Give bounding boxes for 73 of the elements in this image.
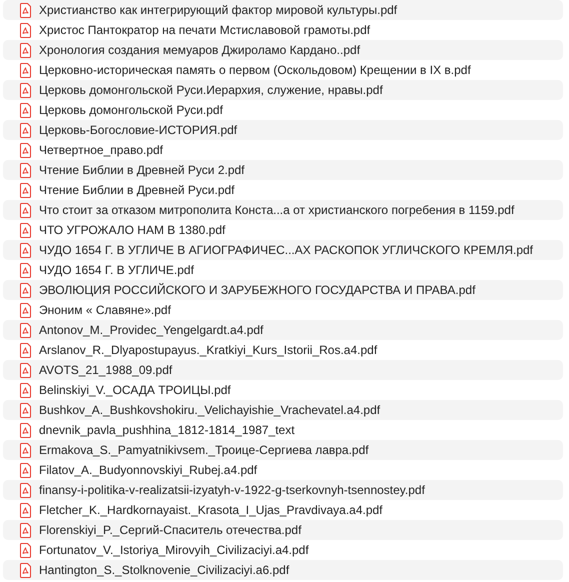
file-row[interactable]: Что стоит за отказом митрополита Конста...а от христианского погребения в 1159.pdf — [3, 200, 563, 220]
file-name: Христос Пантократор на печати Мстиславовой грамоты.pdf — [39, 23, 370, 37]
file-name: Ermakova_S._Pamyatnikivsem._Троице-Сергиева лавра.pdf — [39, 443, 369, 457]
pdf-file-icon — [20, 342, 31, 358]
pdf-file-icon — [20, 202, 31, 218]
file-name: Antonov_M._Providec_Yengelgardt.a4.pdf — [39, 323, 264, 337]
file-name: Эноним « Славяне».pdf — [39, 303, 171, 317]
file-row[interactable]: Ermakova_S._Pamyatnikivsem._Троице-Сергиева лавра.pdf — [3, 440, 563, 460]
file-name: Чтение Библии в Древней Руси.pdf — [39, 183, 235, 197]
pdf-file-icon — [20, 322, 31, 338]
pdf-file-icon — [20, 502, 31, 518]
file-name: Filatov_A._Budyonnovskiyi_Rubej.a4.pdf — [39, 463, 258, 477]
file-row[interactable]: Чтение Библии в Древней Руси 2.pdf — [3, 160, 563, 180]
file-name: ЧУДО 1654 Г. В УГЛИЧЕ.pdf — [39, 263, 194, 277]
file-name: Arslanov_R._Dlyapostupayus._Kratkiyi_Kurs_Istorii_Ros.a4.pdf — [39, 343, 378, 357]
pdf-file-icon — [20, 542, 31, 558]
pdf-file-icon — [20, 182, 31, 198]
pdf-file-icon — [20, 162, 31, 178]
file-name: Чтение Библии в Древней Руси 2.pdf — [39, 163, 245, 177]
file-name: ЧТО УГРОЖАЛО НАМ В 1380.pdf — [39, 223, 226, 237]
file-name: Церковь домонгольской Руси.Иерархия, служение, нравы.pdf — [39, 83, 383, 97]
file-row[interactable]: Хронология создания мемуаров Джироламо Кардано..pdf — [3, 40, 563, 60]
pdf-file-icon — [20, 82, 31, 98]
file-name: Что стоит за отказом митрополита Конста...а от христианского погребения в 1159.pdf — [39, 203, 514, 217]
pdf-file-icon — [20, 442, 31, 458]
pdf-file-icon — [20, 122, 31, 138]
file-row[interactable]: Antonov_M._Providec_Yengelgardt.a4.pdf — [3, 320, 563, 340]
file-name: Hantington_S._Stolknovenie_Civilizaciyi.a6.pdf — [39, 563, 290, 577]
file-name: Bushkov_A._Bushkovshokiru._Velichayishie_Vrachevatel.a4.pdf — [39, 403, 380, 417]
file-name: Fortunatov_V._Istoriya_Mirovyih_Civilizaciyi.a4.pdf — [39, 543, 309, 557]
pdf-file-icon — [20, 362, 31, 378]
pdf-file-icon — [20, 482, 31, 498]
pdf-file-icon — [20, 422, 31, 438]
pdf-file-icon — [20, 302, 31, 318]
pdf-file-icon — [20, 402, 31, 418]
pdf-file-icon — [20, 262, 31, 278]
file-name: finansy-i-politika-v-realizatsii-izyatyh-v-1922-g-tserkovnyh-tsennostey.pdf — [39, 483, 425, 497]
file-name: Хронология создания мемуаров Джироламо Кардано..pdf — [39, 43, 360, 57]
pdf-file-icon — [20, 102, 31, 118]
file-name: AVOTS_21_1988_09.pdf — [39, 363, 172, 377]
file-name: Церковь-Богословие-ИСТОРИЯ.pdf — [39, 123, 238, 137]
pdf-file-icon — [20, 462, 31, 478]
file-name: Четвертное_право.pdf — [39, 143, 164, 157]
pdf-file-icon — [20, 562, 31, 578]
file-name: Fletcher_K._Hardkornayaist._Krasota_I_Ujas_Pravdivaya.a4.pdf — [39, 503, 383, 517]
file-name: Florenskiyi_P._Сергий-Спаситель отечества.pdf — [39, 523, 302, 537]
pdf-file-icon — [20, 222, 31, 238]
pdf-file-icon — [20, 62, 31, 78]
pdf-file-icon — [20, 282, 31, 298]
file-row[interactable]: Христианство как интегрирующий фактор мировой культуры.pdf — [3, 0, 563, 20]
pdf-file-icon — [20, 142, 31, 158]
file-name: ЧУДО 1654 Г. В УГЛИЧЕ В АГИОГРАФИЧЕС...АХ РАСКОПОК УГЛИЧСКОГО КРЕМЛЯ.pdf — [39, 243, 534, 257]
file-name: Церковь домонгольской Руси.pdf — [39, 103, 223, 117]
file-row[interactable]: Церковь-Богословие-ИСТОРИЯ.pdf — [3, 120, 563, 140]
file-row[interactable]: Bushkov_A._Bushkovshokiru._Velichayishie_Vrachevatel.a4.pdf — [3, 400, 563, 420]
file-name: Христианство как интегрирующий фактор мировой культуры.pdf — [39, 3, 398, 17]
file-name: Belinskiyi_V._ОСАДА ТРОИЦЫ.pdf — [39, 383, 231, 397]
pdf-file-icon — [20, 42, 31, 58]
pdf-file-icon — [20, 242, 31, 258]
pdf-file-icon — [20, 22, 31, 38]
file-row[interactable]: AVOTS_21_1988_09.pdf — [3, 360, 563, 380]
pdf-file-icon — [20, 382, 31, 398]
file-name: dnevnik_pavla_pushhina_1812-1814_1987_text — [39, 423, 295, 437]
pdf-file-icon — [20, 522, 31, 538]
file-row[interactable]: ЧУДО 1654 Г. В УГЛИЧЕ В АГИОГРАФИЧЕС...АХ РАСКОПОК УГЛИЧСКОГО КРЕМЛЯ.pdf — [3, 240, 563, 260]
file-row[interactable]: finansy-i-politika-v-realizatsii-izyatyh-v-1922-g-tserkovnyh-tsennostey.pdf — [3, 480, 563, 500]
file-row[interactable]: ЭВОЛЮЦИЯ РОССИЙСКОГО И ЗАРУБЕЖНОГО ГОСУДАРСТВА И ПРАВА.pdf — [3, 280, 563, 300]
pdf-file-icon — [20, 2, 31, 18]
file-row[interactable]: Церковь домонгольской Руси.Иерархия, служение, нравы.pdf — [3, 80, 563, 100]
file-name: ЭВОЛЮЦИЯ РОССИЙСКОГО И ЗАРУБЕЖНОГО ГОСУДАРСТВА И ПРАВА.pdf — [39, 283, 476, 297]
file-row[interactable]: Florenskiyi_P._Сергий-Спаситель отечества.pdf — [3, 520, 563, 540]
file-name: Церковно-историческая память о первом (Оскольдовом) Крещении в IX в.pdf — [39, 63, 471, 77]
file-row[interactable]: Hantington_S._Stolknovenie_Civilizaciyi.a6.pdf — [3, 560, 563, 580]
